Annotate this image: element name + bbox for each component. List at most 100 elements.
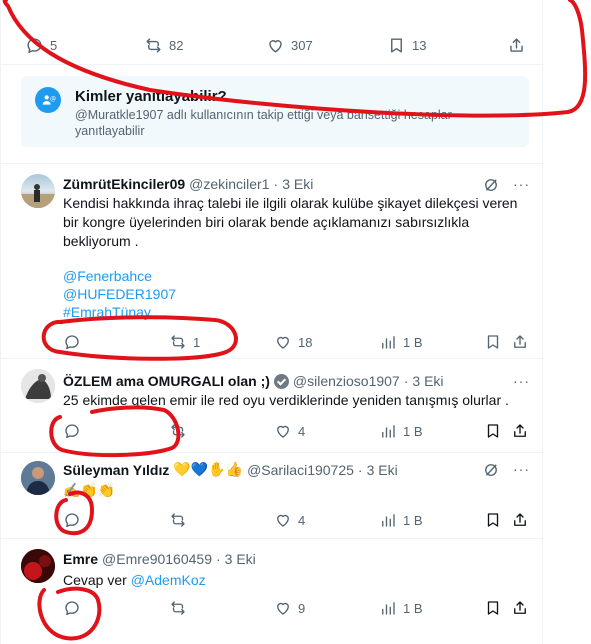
share-button[interactable]: [511, 599, 529, 617]
reply-button[interactable]: [63, 333, 87, 351]
like-button[interactable]: 4: [274, 511, 305, 529]
view-count: 1 B: [403, 512, 423, 528]
bookmark-button[interactable]: [484, 511, 502, 529]
bookmark-count: 13: [412, 37, 427, 53]
more-options-button[interactable]: ···: [513, 461, 530, 477]
hashtag-link[interactable]: #EmrahTünay: [63, 303, 533, 322]
repost-count: 82: [169, 37, 184, 53]
views-chart-icon: [382, 425, 395, 438]
more-options-button[interactable]: ···: [513, 176, 530, 192]
reply-count: 5: [50, 37, 58, 53]
bookmark-icon: [487, 424, 499, 438]
repost-button[interactable]: [169, 599, 187, 617]
reply-tweet[interactable]: Emre @Emre90160459 · 3 Eki Cevap ver @Ad…: [1, 539, 544, 644]
mention-people-icon: @: [35, 87, 61, 113]
like-count: 307: [291, 37, 313, 53]
bookmark-button[interactable]: [484, 599, 502, 617]
reply-icon: [27, 37, 42, 53]
like-count: 4: [298, 423, 306, 439]
view-count: 1 B: [403, 334, 423, 350]
bookmark-icon: [487, 601, 499, 615]
author-handle[interactable]: @Sarilaci190725: [247, 462, 354, 478]
reply-action-bar: 9 1 B: [63, 598, 533, 618]
notice-text: @Muratkle1907 adlı kullanıcının takip et…: [75, 108, 452, 138]
timestamp[interactable]: 3 Eki: [412, 373, 443, 389]
svg-text:@: @: [50, 96, 56, 103]
share-button[interactable]: [507, 36, 526, 55]
repost-button[interactable]: [169, 511, 187, 529]
repost-button[interactable]: 82: [144, 36, 183, 55]
reply-tweet[interactable]: ÖZLEM ama OMURGALI olan ;) @silenzioso19…: [1, 359, 544, 452]
bookmark-button[interactable]: 13: [387, 36, 426, 55]
reply-action-bar: 1 18 1 B: [63, 332, 533, 352]
reply-action-bar: 4 1 B: [63, 421, 533, 441]
views-chart-icon: [382, 602, 395, 615]
heart-icon: [269, 39, 282, 53]
like-button[interactable]: 307: [266, 36, 313, 55]
share-icon: [514, 601, 526, 614]
view-count: 1 B: [403, 423, 423, 439]
bookmark-button[interactable]: [484, 333, 502, 351]
heart-icon: [277, 602, 289, 615]
tweet-header: Süleyman Yıldız 💛💙✋👍 @Sarilaci190725 · 3…: [63, 461, 398, 478]
mention-link[interactable]: @Fenerbahce: [63, 267, 533, 286]
avatar[interactable]: [21, 461, 55, 495]
timestamp[interactable]: 3 Eki: [367, 462, 398, 478]
author-name[interactable]: Emre: [63, 551, 98, 567]
like-count: 4: [298, 512, 306, 528]
notice-title: Kimler yanıtlayabilir?: [75, 88, 227, 105]
share-icon: [510, 37, 523, 52]
bookmark-button[interactable]: [484, 422, 502, 440]
grok-icon[interactable]: [482, 176, 500, 194]
timestamp[interactable]: 3 Eki: [282, 176, 313, 192]
tweet-text: ✍️👏👏: [63, 482, 116, 498]
views-button[interactable]: 1 B: [379, 422, 423, 440]
reply-button[interactable]: [63, 511, 81, 529]
author-name[interactable]: ZümrütEkinciler09: [63, 176, 185, 192]
like-count: 9: [298, 600, 306, 616]
tweet-text: Kendisi hakkında ihraç talebi ile ilgili…: [63, 195, 518, 249]
mention-link[interactable]: @AdemKoz: [131, 572, 206, 588]
views-button[interactable]: 1 B: [379, 333, 423, 351]
avatar[interactable]: [21, 369, 55, 403]
avatar[interactable]: [21, 174, 55, 208]
tweet-header: ZümrütEkinciler09 @zekinciler1 · 3 Eki: [63, 176, 314, 192]
tweet-header: Emre @Emre90160459 · 3 Eki: [63, 551, 256, 567]
views-button[interactable]: 1 B: [379, 599, 423, 617]
share-icon: [514, 424, 526, 437]
views-button[interactable]: 1 B: [379, 511, 423, 529]
share-button[interactable]: [511, 333, 529, 351]
bookmark-icon: [487, 335, 499, 349]
heart-icon: [277, 514, 289, 527]
grok-icon[interactable]: [482, 461, 500, 479]
more-options-button[interactable]: ···: [513, 373, 530, 389]
reply-button[interactable]: [63, 422, 81, 440]
like-button[interactable]: 4: [274, 422, 305, 440]
author-name[interactable]: Süleyman Yıldız: [63, 462, 169, 478]
mention-link[interactable]: @HUFEDER1907: [63, 285, 533, 304]
author-handle[interactable]: @Emre90160459: [102, 551, 212, 567]
avatar[interactable]: [21, 549, 55, 583]
author-handle[interactable]: @silenzioso1907: [293, 373, 400, 389]
like-button[interactable]: 9: [274, 599, 305, 617]
reply-button[interactable]: [63, 599, 81, 617]
timestamp[interactable]: 3 Eki: [225, 551, 256, 567]
reply-permission-notice: @ Kimler yanıtlayabilir? @Muratkle1907 a…: [21, 76, 529, 147]
name-emojis: 💛💙✋👍: [173, 461, 244, 477]
reply-button[interactable]: 5: [25, 36, 57, 55]
reply-tweet[interactable]: Süleyman Yıldız 💛💙✋👍 @Sarilaci190725 · 3…: [1, 453, 544, 538]
share-button[interactable]: [511, 511, 529, 529]
repost-button[interactable]: 1: [169, 333, 200, 351]
bookmark-icon: [391, 37, 402, 53]
reply-tweet[interactable]: ZümrütEkinciler09 @zekinciler1 · 3 Eki ·…: [1, 164, 544, 358]
author-name[interactable]: ÖZLEM ama OMURGALI olan ;): [63, 373, 270, 389]
share-icon: [514, 513, 526, 526]
like-button[interactable]: 18: [274, 333, 312, 351]
repost-count: 1: [193, 334, 201, 350]
author-handle[interactable]: @zekinciler1: [189, 176, 269, 192]
share-button[interactable]: [511, 422, 529, 440]
reply-icon: [65, 424, 79, 439]
views-chart-icon: [382, 336, 395, 349]
repost-icon: [146, 37, 161, 53]
repost-button[interactable]: [169, 422, 187, 440]
